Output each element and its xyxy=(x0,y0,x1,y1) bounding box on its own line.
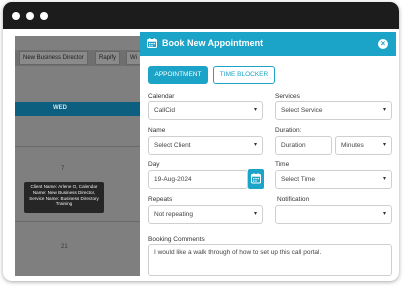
duration-label: Duration: xyxy=(275,127,302,134)
calendar-icon xyxy=(251,173,261,184)
calendar-select-value: CallCid xyxy=(154,107,175,114)
chevron-down-icon: ▾ xyxy=(253,211,257,217)
booking-comments-textarea[interactable]: I would like a walk through of how to se… xyxy=(148,244,392,276)
services-select-value: Select Service xyxy=(281,107,323,114)
duration-unit-select[interactable]: Minutes ▾ xyxy=(335,136,392,155)
calendar-toolbar: New Business Director Rapify Wi xyxy=(15,50,141,66)
tooltip-line: Training xyxy=(55,201,73,207)
date-picker-button[interactable] xyxy=(248,169,264,189)
tooltip-line: Name: New Business Director, xyxy=(32,189,96,195)
calendar-icon xyxy=(147,38,157,48)
week-divider xyxy=(15,221,141,222)
services-select[interactable]: Select Service ▾ xyxy=(275,101,392,120)
duration-input[interactable]: Duration xyxy=(275,136,332,155)
repeats-select[interactable]: Not repeating ▾ xyxy=(148,205,263,224)
week-divider xyxy=(15,146,141,147)
close-icon[interactable]: × xyxy=(378,39,388,49)
time-label: Time xyxy=(275,161,290,168)
window-dot-minimize[interactable] xyxy=(26,12,34,20)
day-header: WED xyxy=(15,102,141,116)
calendar-select[interactable]: CallCid ▾ xyxy=(148,101,263,120)
day-input-value: 19-Aug-2024 xyxy=(154,176,192,183)
calendar-background: New Business Director Rapify Wi WED 7 21… xyxy=(15,36,141,276)
tab-appointment[interactable]: APPOINTMENT xyxy=(148,66,208,84)
chevron-down-icon: ▾ xyxy=(382,142,386,148)
notification-select[interactable]: ▾ xyxy=(275,205,392,224)
chevron-down-icon: ▾ xyxy=(382,107,386,113)
modal-title: Book New Appointment xyxy=(162,38,264,48)
duration-unit-value: Minutes xyxy=(341,142,364,149)
calendar-label: Calendar xyxy=(148,93,175,100)
time-select[interactable]: Select Time ▾ xyxy=(275,170,392,189)
repeats-select-value: Not repeating xyxy=(154,211,194,218)
event-tooltip: Client Name: Arlene O, Calendar Name: Ne… xyxy=(24,182,104,213)
notification-label: Notification xyxy=(277,196,310,203)
name-label: Name xyxy=(148,127,166,134)
day-number: 21 xyxy=(61,244,68,250)
day-input[interactable]: 19-Aug-2024 xyxy=(148,170,248,189)
chevron-down-icon: ▾ xyxy=(382,176,386,182)
chevron-down-icon: ▾ xyxy=(253,107,257,113)
client-select[interactable]: Select Client ▾ xyxy=(148,136,263,155)
services-label: Services xyxy=(275,93,300,100)
chevron-down-icon: ▾ xyxy=(382,211,386,217)
calendar-filter-button[interactable]: Wi xyxy=(126,51,141,65)
calendar-filter-button[interactable]: New Business Director xyxy=(19,51,88,65)
tooltip-line: Client Name: Arlene O, Calendar xyxy=(30,184,98,189)
day-label: Day xyxy=(148,161,160,168)
calendar-filter-button[interactable]: Rapify xyxy=(95,51,121,65)
repeats-label: Repeats xyxy=(148,196,173,203)
duration-input-value: Duration xyxy=(281,142,306,149)
client-select-value: Select Client xyxy=(154,142,191,149)
window-dot-close[interactable] xyxy=(12,12,20,20)
day-header-label: WED xyxy=(53,105,67,111)
booking-comments-label: Booking Comments xyxy=(148,236,205,243)
day-number: 7 xyxy=(61,166,65,172)
window-dot-maximize[interactable] xyxy=(40,12,48,20)
caret-down-icon: ▾ xyxy=(253,142,257,148)
book-appointment-modal: Book New Appointment × APPOINTMENT TIME … xyxy=(140,32,396,276)
tab-time-blocker[interactable]: TIME BLOCKER xyxy=(213,66,275,84)
time-select-value: Select Time xyxy=(281,176,315,183)
app-window: New Business Director Rapify Wi WED 7 21… xyxy=(3,2,399,281)
modal-header: Book New Appointment × xyxy=(140,32,396,56)
window-titlebar xyxy=(3,2,399,29)
